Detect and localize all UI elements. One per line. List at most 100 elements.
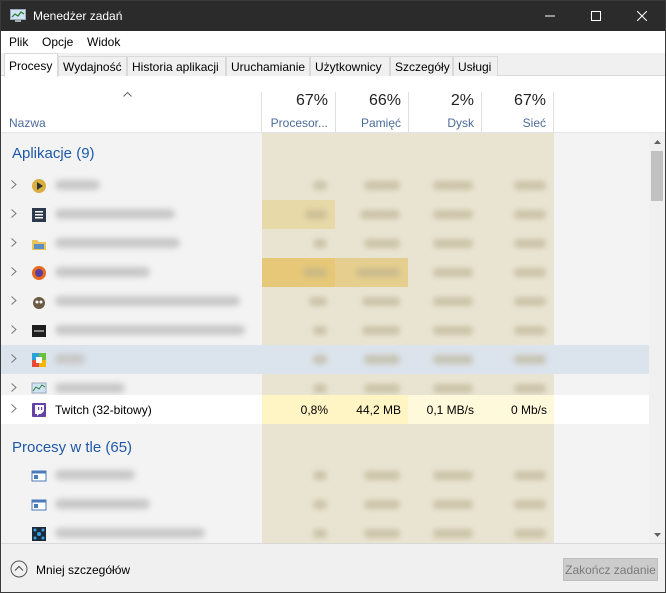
table-row[interactable] [1, 519, 649, 543]
blurred-name [55, 354, 85, 364]
column-disk[interactable]: 2% Dysk [408, 92, 481, 133]
table-row[interactable] [1, 287, 649, 316]
scroll-down-button[interactable] [649, 526, 665, 543]
network-cell [481, 200, 554, 229]
gimp-icon [33, 297, 45, 309]
network-column-label: Sieć [522, 116, 546, 130]
row-tail-background [554, 395, 649, 424]
chevron-right-icon [11, 238, 17, 247]
table-row[interactable] [1, 316, 649, 345]
scroll-thumb[interactable] [651, 151, 663, 201]
less-details-link[interactable]: Mniej szczegółów [36, 563, 130, 577]
network-total-percent: 67% [513, 92, 546, 109]
tab-startup[interactable]: Uruchamianie [226, 56, 310, 76]
tab-details[interactable]: Szczegóły [390, 56, 453, 76]
column-name[interactable]: Nazwa [9, 116, 46, 130]
tab-users[interactable]: Użytkownicy [310, 56, 390, 76]
scroll-up-button[interactable] [649, 133, 665, 150]
network-cell [481, 229, 554, 258]
table-row[interactable] [1, 200, 649, 229]
disk-cell [408, 316, 481, 345]
task-manager-window: Menedżer zadań Plik Opcje Widok Procesy … [0, 0, 666, 593]
maximize-button[interactable] [573, 1, 619, 31]
table-row[interactable] [1, 171, 649, 200]
window-title: Menedżer zadań [33, 9, 123, 23]
menu-file[interactable]: Plik [9, 35, 28, 49]
footer-bar: Mniej szczegółów Zakończ zadanie [1, 543, 665, 592]
minimize-icon [545, 15, 555, 17]
folder-icon [32, 240, 46, 250]
table-row[interactable] [1, 345, 649, 374]
cpu-cell [262, 461, 335, 490]
end-task-button[interactable]: Zakończ zadanie [563, 558, 658, 581]
document-app-icon [32, 208, 46, 222]
blurred-name [55, 325, 245, 335]
column-cpu[interactable]: 67% Procesor... [261, 92, 335, 133]
disk-cell [408, 229, 481, 258]
disk-total-percent: 2% [450, 92, 474, 109]
memory-cell [335, 461, 408, 490]
network-cell [481, 316, 554, 345]
memory-cell [335, 171, 408, 200]
collapse-circle-icon[interactable] [10, 560, 28, 578]
sort-up-icon [123, 92, 132, 97]
menu-view[interactable]: Widok [87, 35, 120, 49]
tab-app-history[interactable]: Historia aplikacji [127, 56, 226, 76]
tab-services[interactable]: Usługi [453, 56, 498, 76]
menu-bar: Plik Opcje Widok [1, 31, 665, 53]
table-row[interactable] [1, 229, 649, 258]
memory-cell [335, 229, 408, 258]
blurred-name [55, 238, 180, 248]
table-row[interactable] [1, 490, 649, 519]
tab-performance[interactable]: Wydajność [58, 56, 127, 76]
process-list: Aplikacje (9) Twitch (32-bitowy) 0,8% 44… [1, 133, 649, 543]
title-bar[interactable]: Menedżer zadań [1, 1, 665, 31]
maximize-icon [591, 11, 601, 21]
disk-value: 0,1 MB/s [426, 403, 474, 417]
disk-cell [408, 490, 481, 519]
cpu-cell: 0,8% [262, 395, 335, 424]
network-cell: 0 Mb/s [481, 395, 554, 424]
chevron-right-icon[interactable] [11, 404, 17, 413]
column-network[interactable]: 67% Sieć [481, 92, 554, 133]
column-header: Nazwa 67% Procesor... 66% Pamięć 2% Dysk… [1, 76, 665, 133]
table-row[interactable] [1, 461, 649, 490]
memory-cell: 44,2 MB [335, 395, 408, 424]
twitch-icon [32, 403, 46, 417]
blurred-name [55, 499, 150, 509]
network-cell [481, 258, 554, 287]
cpu-cell [262, 171, 335, 200]
network-node-icon [32, 527, 46, 541]
cpu-cell [262, 229, 335, 258]
cpu-cell [262, 287, 335, 316]
disk-cell: 0,1 MB/s [408, 395, 481, 424]
memory-value: 44,2 MB [356, 403, 401, 417]
network-value: 0 Mb/s [510, 403, 547, 417]
chevron-down-icon [653, 532, 661, 537]
disk-cell [408, 287, 481, 316]
vertical-scrollbar[interactable] [649, 133, 665, 543]
chevron-right-icon [11, 383, 17, 392]
memory-column-label: Pamięć [360, 116, 401, 130]
memory-cell [335, 287, 408, 316]
disk-cell [408, 519, 481, 543]
group-background-title: Procesy w tle (65) [12, 439, 133, 456]
tab-processes[interactable]: Procesy [4, 53, 58, 77]
dark-app-icon [32, 325, 46, 337]
group-background[interactable]: Procesy w tle (65) [1, 427, 649, 461]
network-cell [481, 490, 554, 519]
disk-cell [408, 171, 481, 200]
cpu-column-label: Procesor... [270, 116, 328, 130]
twitch-process-row[interactable]: Twitch (32-bitowy) 0,8% 44,2 MB 0,1 MB/s… [1, 395, 649, 424]
window-app-icon [31, 470, 47, 482]
menu-options[interactable]: Opcje [42, 35, 73, 49]
network-cell [481, 519, 554, 543]
minimize-button[interactable] [527, 1, 573, 31]
table-row[interactable] [1, 258, 649, 287]
group-apps[interactable]: Aplikacje (9) [1, 133, 649, 167]
group-apps-title: Aplikacje (9) [12, 145, 95, 162]
close-button[interactable] [619, 1, 665, 31]
media-player-icon [32, 179, 46, 193]
column-memory[interactable]: 66% Pamięć [335, 92, 408, 133]
disk-cell [408, 461, 481, 490]
